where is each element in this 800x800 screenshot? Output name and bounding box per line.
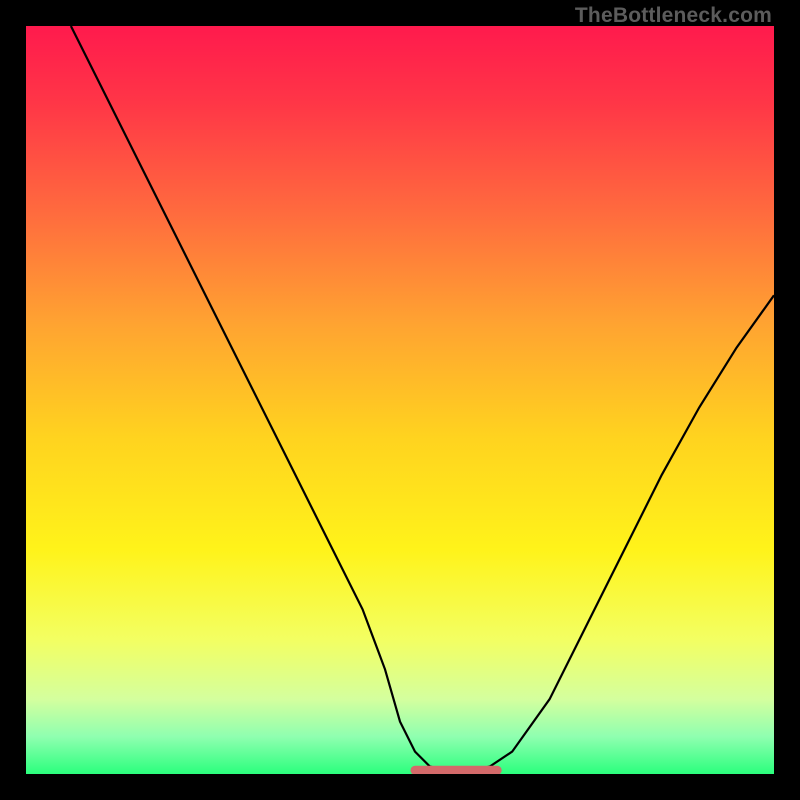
chart-svg xyxy=(26,26,774,774)
chart-frame xyxy=(26,26,774,774)
watermark-text: TheBottleneck.com xyxy=(575,4,772,28)
gradient-background xyxy=(26,26,774,774)
